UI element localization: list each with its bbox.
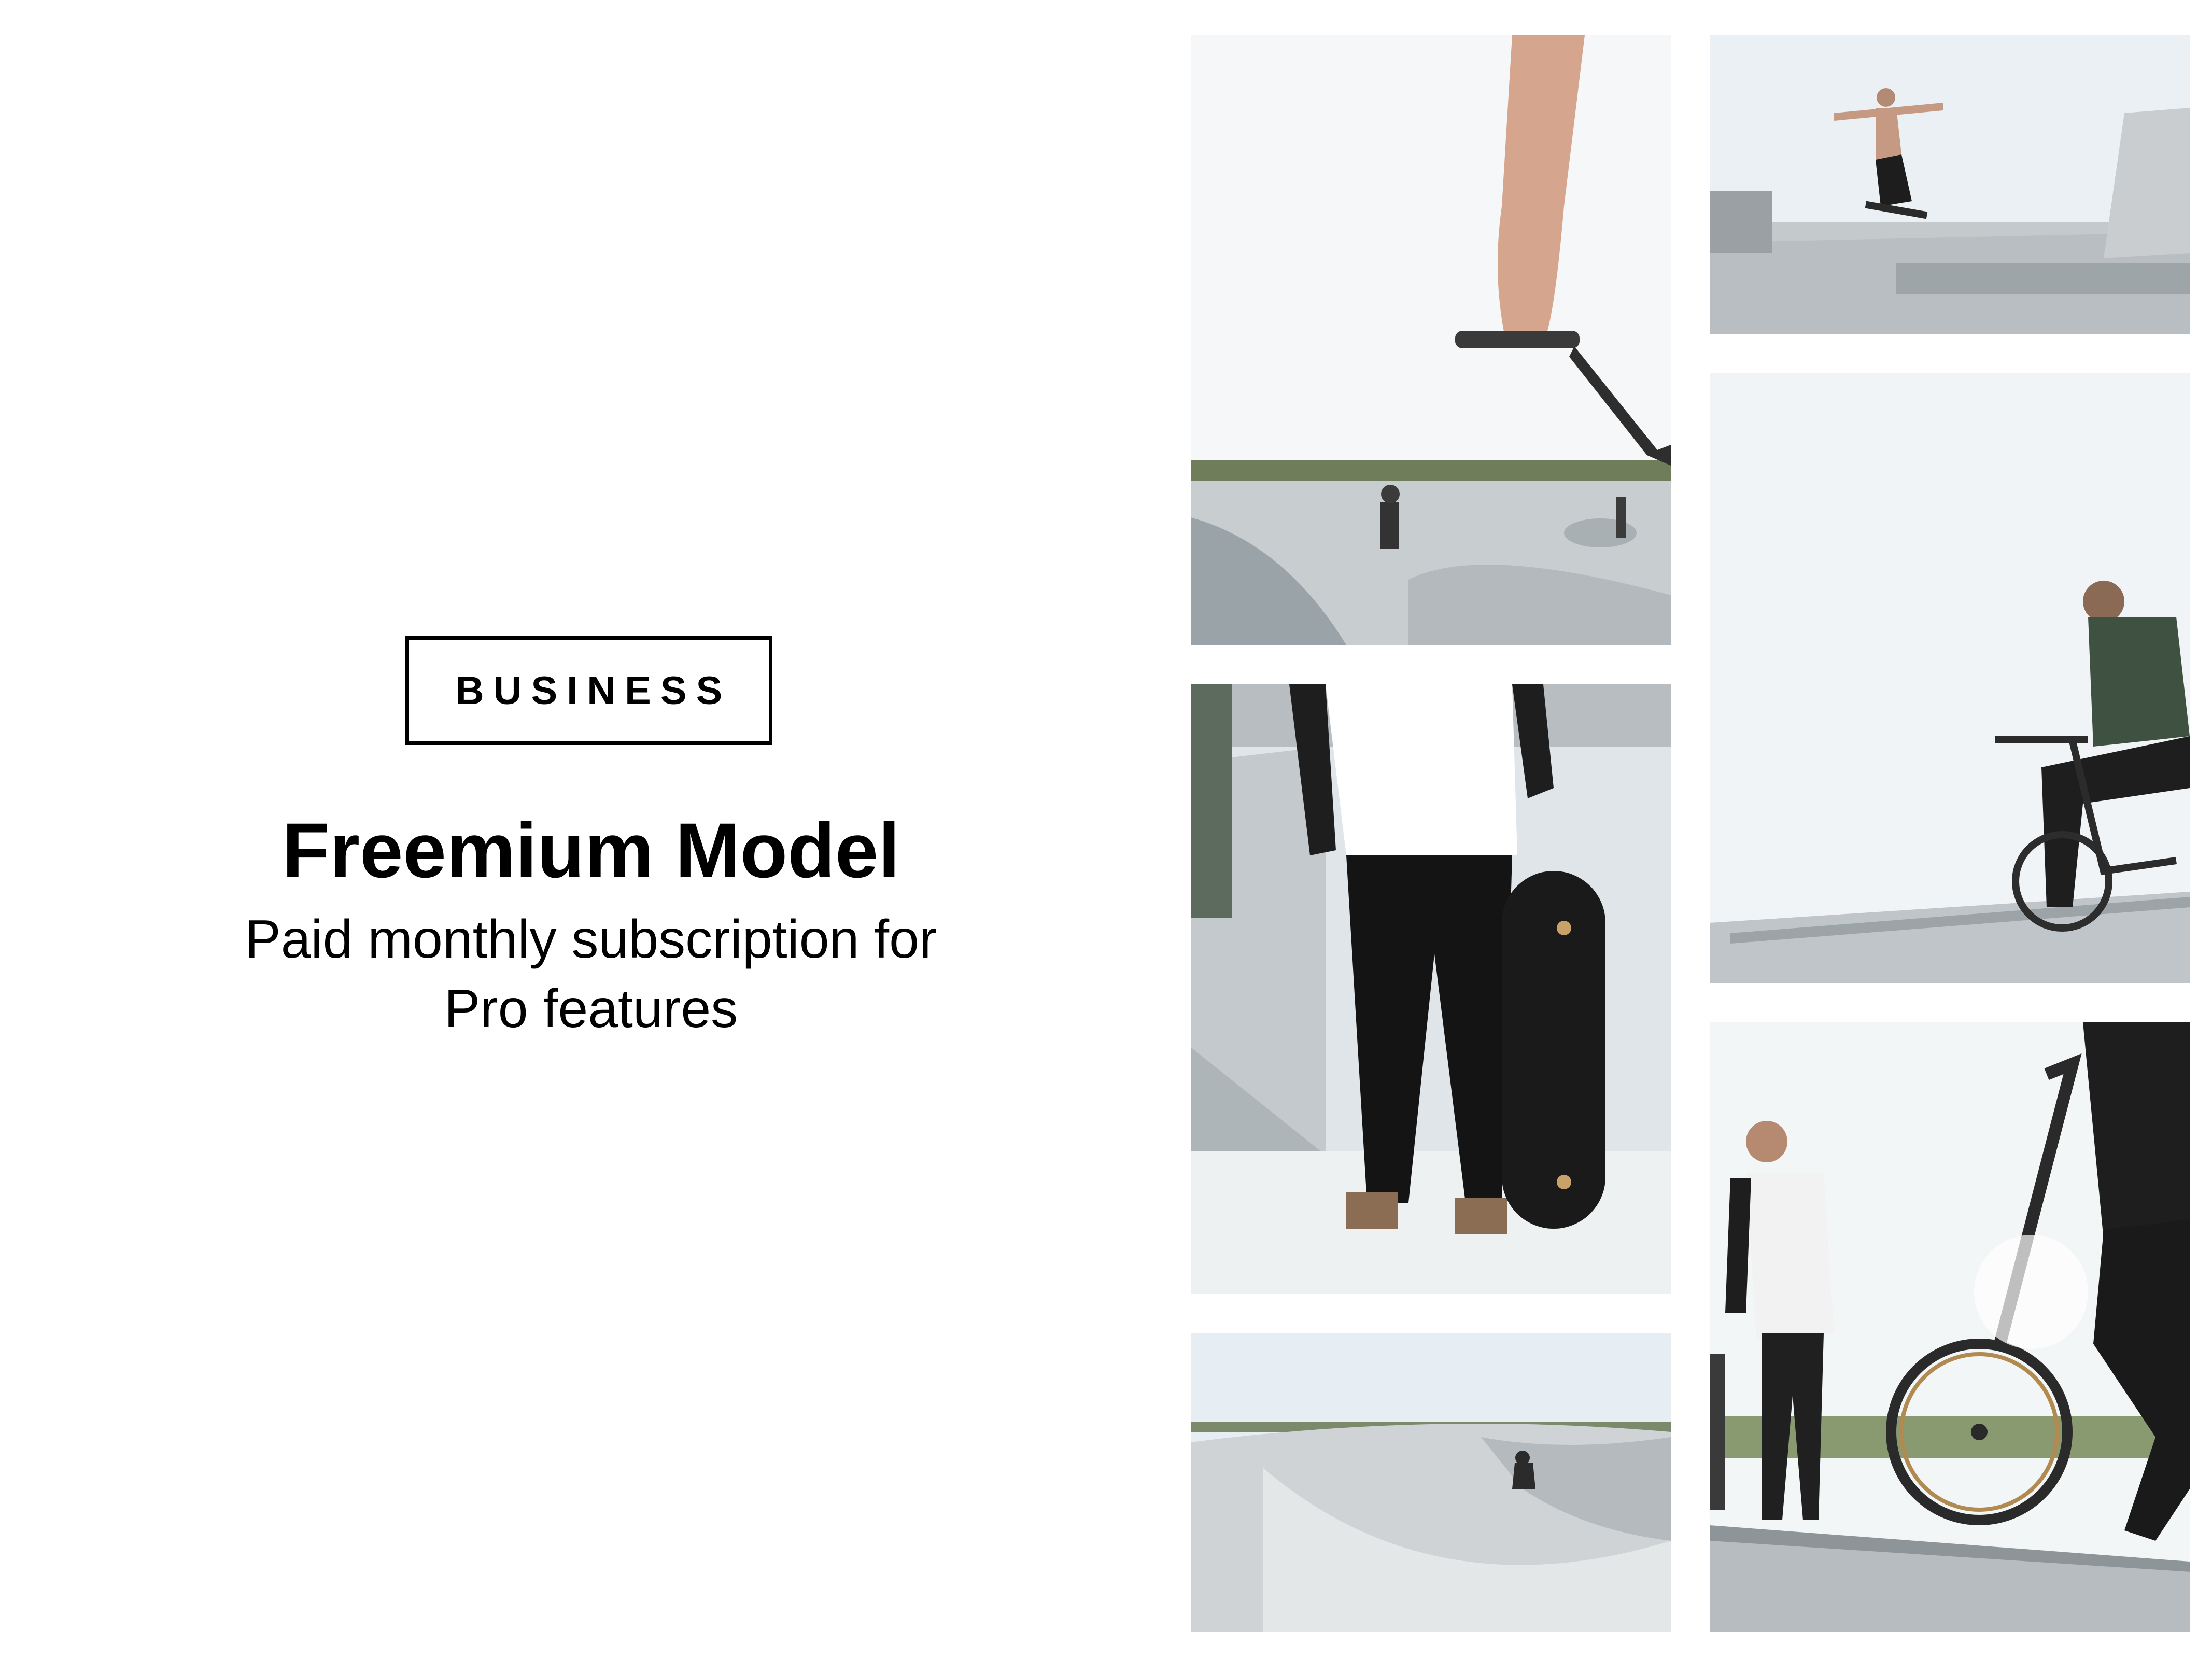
photo-bmx-rider-ledge bbox=[1710, 373, 2190, 983]
slide-title: Freemium Model bbox=[282, 807, 900, 894]
photo-skater-and-bmx bbox=[1710, 1022, 2190, 1632]
slide-subtitle: Paid monthly subscription for Pro featur… bbox=[104, 905, 1078, 1044]
photo-skater-skateboard bbox=[1191, 684, 1671, 1294]
subtitle-line-2: Pro features bbox=[444, 979, 738, 1039]
business-badge: BUSINESS bbox=[405, 636, 772, 745]
slide: BUSINESS Freemium Model Paid monthly sub… bbox=[0, 0, 2212, 1659]
photo-skatepark-bowl bbox=[1191, 1333, 1671, 1632]
photo-skater-grinding bbox=[1710, 35, 2190, 334]
photo-bmx-handlebar bbox=[1191, 35, 1671, 645]
badge-label: BUSINESS bbox=[455, 668, 732, 713]
subtitle-line-1: Paid monthly subscription for bbox=[245, 909, 937, 969]
